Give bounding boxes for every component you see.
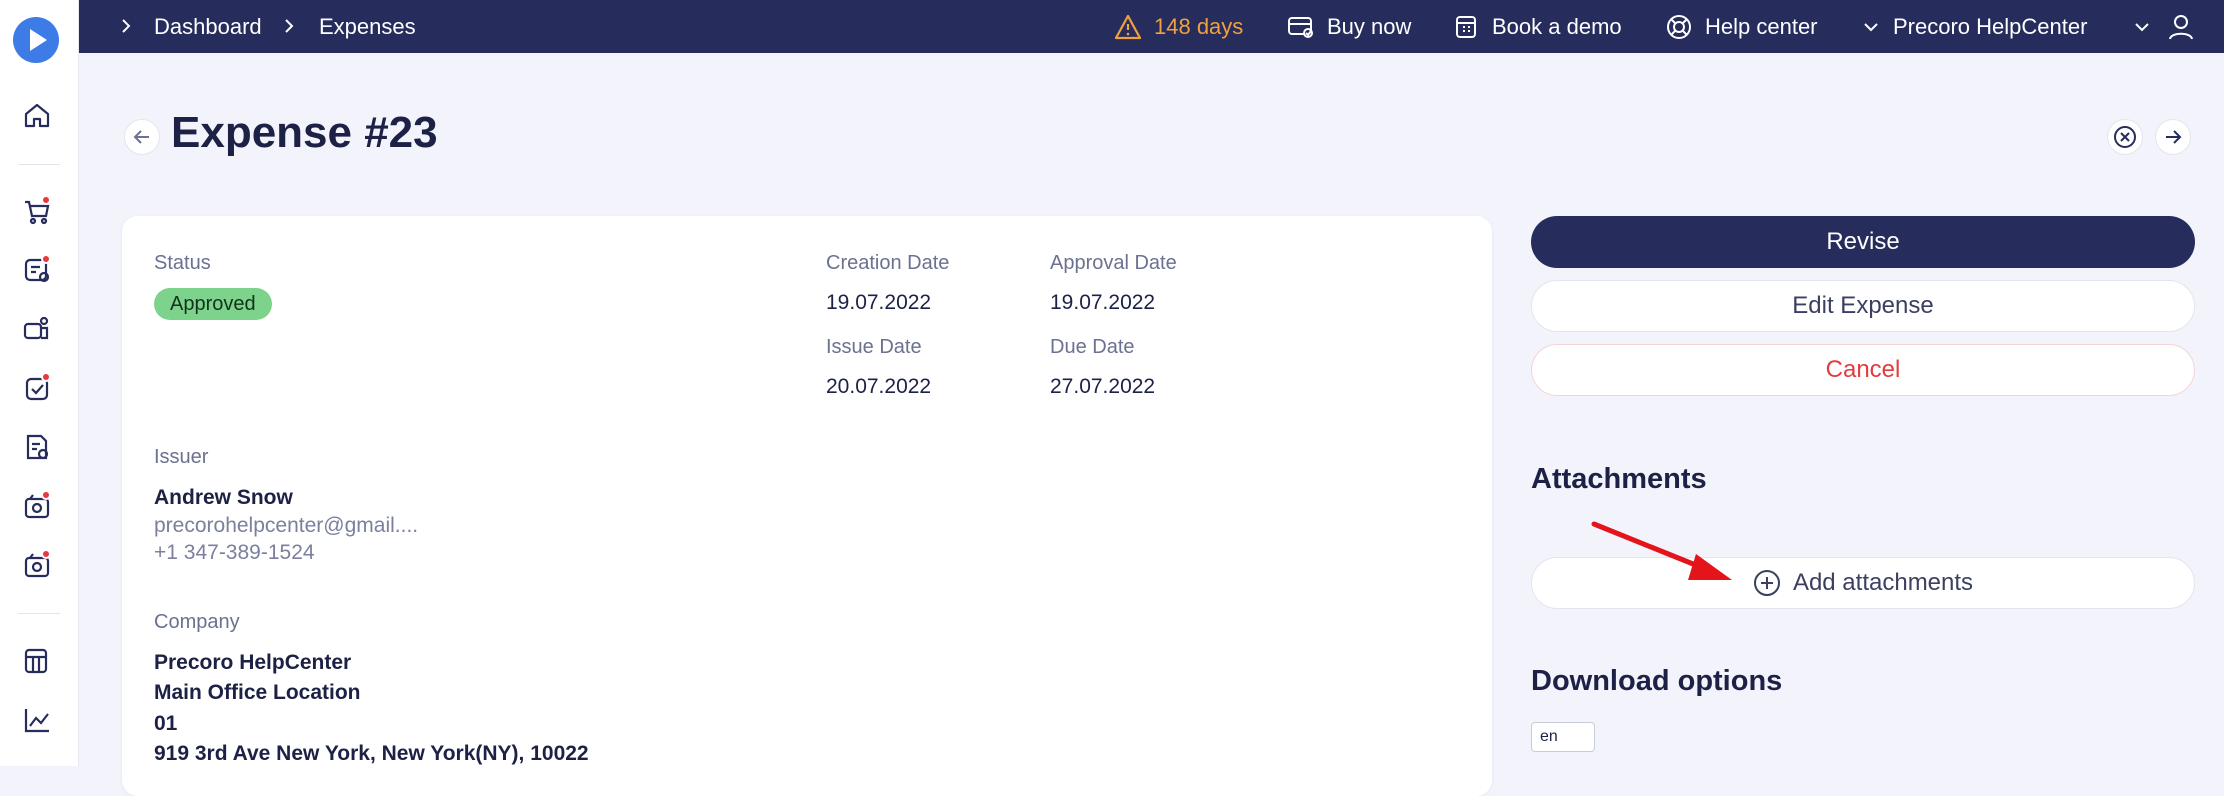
- help-center-link[interactable]: Help center: [1665, 0, 1818, 53]
- book-demo-label: Book a demo: [1492, 13, 1622, 39]
- download-options-title: Download options: [1531, 665, 1783, 697]
- attachments-title: Attachments: [1531, 463, 1707, 495]
- breadcrumb-dashboard[interactable]: Dashboard: [154, 0, 262, 53]
- payments-icon[interactable]: [21, 549, 53, 581]
- expenses-icon[interactable]: [21, 490, 53, 522]
- notification-dot: [41, 549, 51, 559]
- annotation-arrow: [1591, 521, 1732, 580]
- requests-icon[interactable]: [21, 254, 53, 286]
- company-address-line: 919 3rd Ave New York, New York(NY), 1002…: [154, 742, 589, 765]
- notification-dot: [41, 372, 51, 382]
- due-date-label: Due Date: [1050, 336, 1135, 358]
- due-date-value: 27.07.2022: [1050, 375, 1156, 398]
- notification-dot: [41, 195, 51, 205]
- chevron-right-icon: [122, 19, 131, 33]
- cart-icon[interactable]: [21, 195, 53, 227]
- sidebar: [0, 0, 79, 766]
- top-bar: Dashboard Expenses 148 days Buy now Book…: [79, 0, 2224, 53]
- issuer-phone: +1 347-389-1524: [154, 541, 315, 564]
- invoices-icon[interactable]: [21, 431, 53, 463]
- book-demo-link[interactable]: Book a demo: [1454, 0, 1622, 53]
- approvals-icon[interactable]: [21, 372, 53, 404]
- sidebar-divider: [18, 613, 60, 614]
- suppliers-icon[interactable]: [21, 313, 53, 345]
- buy-now-label: Buy now: [1327, 13, 1412, 39]
- issuer-label: Issuer: [154, 446, 209, 468]
- status-label: Status: [154, 252, 211, 274]
- trial-days: 148 days: [1154, 13, 1244, 39]
- sidebar-divider: [18, 164, 60, 165]
- chevron-down-icon: [1864, 22, 1878, 31]
- notification-dot: [41, 254, 51, 264]
- user-icon: [2169, 14, 2193, 39]
- help-center-label: Help center: [1705, 13, 1818, 39]
- status-badge: Approved: [154, 288, 272, 320]
- calendar-icon: [1456, 15, 1476, 38]
- issuer-name: Andrew Snow: [154, 486, 293, 509]
- chevron-down-icon: [2135, 22, 2149, 31]
- next-button[interactable]: [2155, 119, 2191, 155]
- lifebuoy-icon: [1667, 14, 1691, 39]
- user-avatar[interactable]: [2167, 0, 2207, 53]
- close-button[interactable]: [2107, 119, 2143, 155]
- revise-button[interactable]: Revise: [1531, 216, 2195, 268]
- issuer-email[interactable]: precorohelpcenter@gmail....: [154, 514, 418, 538]
- plus-circle-icon: [1753, 570, 1780, 596]
- company-name: Precoro HelpCenter: [1893, 13, 2088, 39]
- company-switcher[interactable]: Precoro HelpCenter: [1861, 0, 2087, 53]
- company-code-line: 01: [154, 712, 178, 735]
- trial-warning[interactable]: 148 days: [1114, 0, 1243, 53]
- issue-date-label: Issue Date: [826, 336, 922, 358]
- budgets-icon[interactable]: [21, 645, 53, 677]
- cart-icon: [1288, 16, 1313, 38]
- approval-date-value: 19.07.2022: [1050, 291, 1156, 314]
- edit-expense-button[interactable]: Edit Expense: [1531, 280, 2195, 332]
- company-name-line: Precoro HelpCenter: [154, 651, 352, 674]
- expense-details-card: Status Approved Creation Date 19.07.2022…: [122, 216, 1492, 796]
- approval-date-label: Approval Date: [1050, 252, 1177, 274]
- close-circle-icon: [2114, 126, 2136, 148]
- buy-now-link[interactable]: Buy now: [1287, 0, 1411, 53]
- cancel-button[interactable]: Cancel: [1531, 344, 2195, 396]
- account-menu-toggle[interactable]: [2132, 0, 2164, 53]
- issue-date-value: 20.07.2022: [826, 375, 932, 398]
- chevron-right-icon: [285, 19, 294, 33]
- breadcrumb-expenses[interactable]: Expenses: [319, 0, 416, 53]
- arrow-right-icon: [2166, 130, 2182, 144]
- add-attachments-label: Add attachments: [1792, 569, 1974, 596]
- home-icon[interactable]: [21, 99, 53, 131]
- creation-date-value: 19.07.2022: [826, 291, 932, 314]
- arrow-left-icon: [133, 130, 149, 144]
- warning-icon: [1114, 14, 1142, 39]
- app-logo[interactable]: [13, 17, 59, 63]
- language-select[interactable]: en: [1531, 722, 1595, 752]
- notification-dot: [41, 490, 51, 500]
- page-title: Expense #23: [171, 108, 438, 157]
- creation-date-label: Creation Date: [826, 252, 950, 274]
- back-button[interactable]: [124, 119, 160, 155]
- analytics-icon[interactable]: [21, 704, 53, 736]
- company-label: Company: [154, 611, 240, 633]
- company-location-line: Main Office Location: [154, 681, 361, 704]
